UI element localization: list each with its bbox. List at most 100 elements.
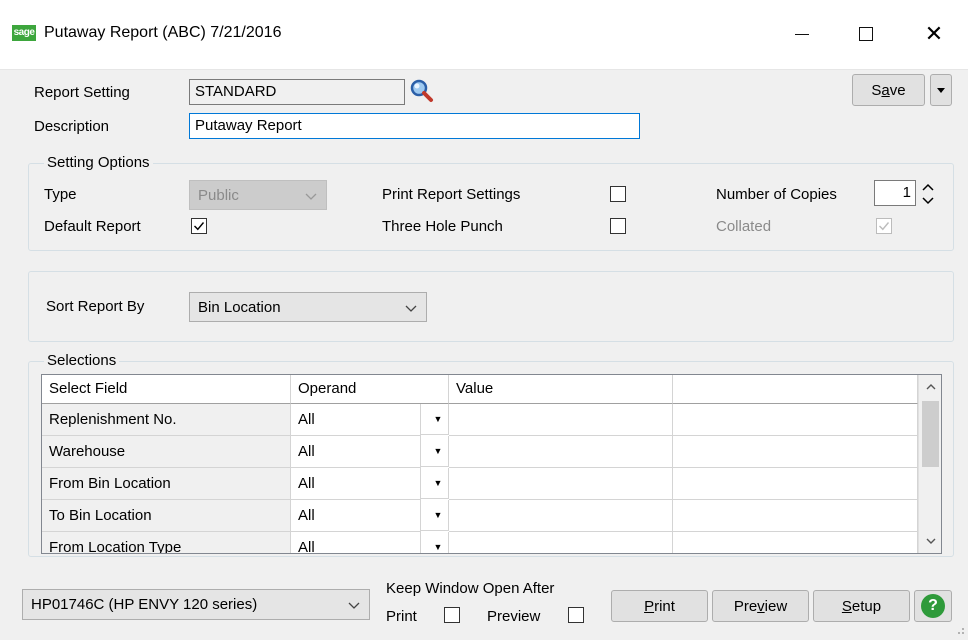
chevron-down-icon: [348, 602, 360, 609]
select-field-cell: Replenishment No.: [42, 404, 291, 436]
minimize-button[interactable]: [774, 12, 830, 56]
setup-button[interactable]: Setup: [813, 590, 910, 622]
close-icon: ✕: [924, 21, 944, 46]
value-cell[interactable]: [449, 436, 673, 468]
maximize-icon: [859, 27, 873, 41]
save-label-accesskey: a: [881, 81, 890, 99]
extra-cell: [673, 532, 918, 553]
collated-label: Collated: [716, 218, 772, 235]
grid-scrollbar[interactable]: [918, 375, 941, 553]
select-field-cell: Warehouse: [42, 436, 291, 468]
print-report-settings-checkbox[interactable]: [610, 186, 626, 202]
default-report-label: Default Report: [44, 218, 141, 235]
operand-dropdown-button[interactable]: ▼: [421, 468, 449, 499]
setting-options-legend: Setting Options: [44, 154, 153, 171]
number-of-copies-label: Number of Copies: [716, 186, 837, 203]
setting-options-group: [28, 163, 954, 251]
print-check-label: Print: [386, 608, 417, 625]
print-report-settings-label: Print Report Settings: [382, 186, 521, 203]
preview-button[interactable]: Pre v iew: [712, 590, 809, 622]
operand-cell[interactable]: All: [291, 500, 421, 532]
printer-select-value: HP01746C (HP ENVY 120 series): [31, 596, 258, 613]
dropdown-arrow-icon: [937, 88, 945, 93]
minimize-icon: [795, 33, 809, 35]
column-header-extra: [673, 375, 918, 404]
print-button[interactable]: Print: [611, 590, 708, 622]
dropdown-arrow-icon: ▼: [433, 445, 443, 456]
number-of-copies-input[interactable]: 1: [874, 180, 916, 206]
collated-checkbox[interactable]: [876, 218, 892, 234]
dropdown-arrow-icon: ▼: [433, 477, 443, 488]
default-report-checkbox[interactable]: [191, 218, 207, 234]
column-header-select-field[interactable]: Select Field: [42, 375, 291, 404]
chevron-down-icon: [926, 538, 935, 544]
type-select[interactable]: Public: [189, 180, 327, 210]
save-button[interactable]: Sa ve: [852, 74, 925, 106]
operand-cell[interactable]: All: [291, 404, 421, 436]
operand-dropdown-button[interactable]: ▼: [421, 404, 449, 435]
select-field-cell: From Location Type: [42, 532, 291, 553]
type-select-value: Public: [198, 186, 239, 204]
description-input[interactable]: Putaway Report: [189, 113, 640, 139]
scroll-down-button[interactable]: [919, 529, 941, 553]
keep-open-preview-checkbox[interactable]: [568, 607, 584, 623]
resize-grip-icon[interactable]: [952, 622, 966, 636]
dropdown-arrow-icon: ▼: [433, 509, 443, 520]
value-cell[interactable]: [449, 500, 673, 532]
help-icon: ?: [921, 594, 945, 618]
operand-cell[interactable]: All: [291, 436, 421, 468]
print-label-rest: rint: [654, 597, 675, 615]
operand-dropdown-button[interactable]: ▼: [421, 436, 449, 467]
sort-report-by-select[interactable]: Bin Location: [189, 292, 427, 322]
three-hole-punch-label: Three Hole Punch: [382, 218, 503, 235]
value-cell[interactable]: [449, 532, 673, 553]
sort-report-by-label: Sort Report By: [46, 298, 145, 315]
spin-up-down-icon: [922, 183, 934, 205]
extra-cell: [673, 468, 918, 500]
extra-cell: [673, 436, 918, 468]
dropdown-arrow-icon: ▼: [433, 541, 443, 552]
keep-window-open-label: Keep Window Open After: [386, 580, 555, 597]
setup-accesskey: S: [841, 597, 852, 615]
checkmark-icon: [879, 222, 890, 231]
save-options-button[interactable]: [930, 74, 952, 106]
value-cell[interactable]: [449, 404, 673, 436]
operand-cell[interactable]: All: [291, 532, 421, 553]
extra-cell: [673, 500, 918, 532]
three-hole-punch-checkbox[interactable]: [610, 218, 626, 234]
report-setting-field[interactable]: STANDARD: [189, 79, 405, 105]
sort-select-value: Bin Location: [198, 298, 281, 316]
operand-dropdown-button[interactable]: ▼: [421, 532, 449, 553]
chevron-down-icon: [305, 193, 317, 200]
operand-dropdown-button[interactable]: ▼: [421, 500, 449, 531]
type-label: Type: [44, 186, 77, 203]
column-header-value[interactable]: Value: [449, 375, 673, 404]
chevron-down-icon: [405, 305, 417, 312]
operand-cell[interactable]: All: [291, 468, 421, 500]
checkmark-icon: [194, 222, 205, 231]
description-label: Description: [34, 118, 110, 135]
chevron-up-icon: [926, 384, 935, 390]
window-title: Putaway Report (ABC) 7/21/2016: [44, 24, 282, 41]
preview-label-prefix: Pre: [733, 597, 758, 615]
scroll-thumb[interactable]: [922, 401, 939, 467]
copies-spinner[interactable]: [920, 180, 936, 208]
maximize-button[interactable]: [838, 12, 894, 56]
sage-logo-icon: sage: [12, 25, 36, 41]
report-setting-label: Report Setting: [34, 84, 130, 101]
close-button[interactable]: ✕: [906, 12, 962, 56]
selections-grid: Select Field Operand Value Replenishment…: [41, 374, 942, 554]
value-cell[interactable]: [449, 468, 673, 500]
save-label-prefix: S: [871, 81, 882, 99]
keep-open-print-checkbox[interactable]: [444, 607, 460, 623]
preview-check-label: Preview: [487, 608, 541, 625]
printer-select[interactable]: HP01746C (HP ENVY 120 series): [22, 589, 370, 620]
scroll-up-button[interactable]: [919, 375, 941, 399]
extra-cell: [673, 404, 918, 436]
save-label-suffix: ve: [889, 81, 906, 99]
select-field-cell: To Bin Location: [42, 500, 291, 532]
dropdown-arrow-icon: ▼: [433, 413, 443, 424]
lookup-search-icon[interactable]: [409, 78, 435, 104]
column-header-operand[interactable]: Operand: [291, 375, 449, 404]
help-button[interactable]: ?: [914, 590, 952, 622]
